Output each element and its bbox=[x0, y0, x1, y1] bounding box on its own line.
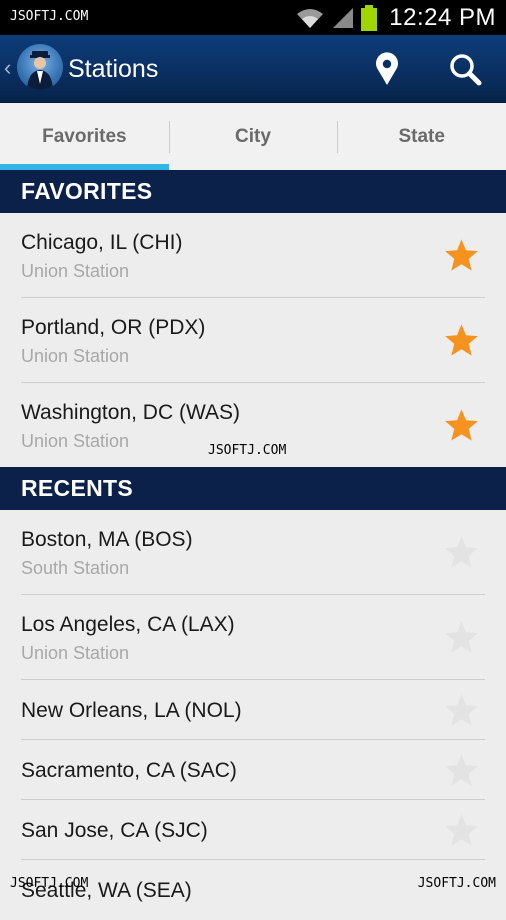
star-outline-icon[interactable] bbox=[443, 534, 480, 571]
station-name: Portland, OR (PDX) bbox=[21, 316, 206, 339]
recents-list: Boston, MA (BOS) South Station Los Angel… bbox=[0, 510, 506, 920]
recent-item[interactable]: Los Angeles, CA (LAX) Union Station bbox=[0, 595, 506, 680]
favorite-item[interactable]: Portland, OR (PDX) Union Station bbox=[0, 298, 506, 383]
location-button[interactable] bbox=[352, 35, 422, 103]
conductor-logo-icon[interactable] bbox=[17, 44, 63, 90]
watermark: JSOFTJ.COM bbox=[10, 876, 89, 891]
station-subtitle: South Station bbox=[21, 558, 130, 578]
action-bar: ‹ Stations bbox=[0, 35, 506, 103]
favorites-section-header: FAVORITES bbox=[0, 170, 506, 213]
watermark: JSOFTJ.COM bbox=[10, 9, 89, 24]
station-subtitle: Union Station bbox=[21, 346, 130, 366]
search-button[interactable] bbox=[430, 35, 500, 103]
status-bar: JSOFTJ.COM 12:24 PM bbox=[0, 0, 506, 35]
signal-icon bbox=[333, 7, 354, 28]
station-name: Washington, DC (WAS) bbox=[21, 401, 240, 424]
star-outline-icon[interactable] bbox=[443, 812, 480, 849]
clock: 12:24 PM bbox=[389, 3, 496, 31]
watermark: JSOFTJ.COM bbox=[417, 876, 496, 891]
page-title: Stations bbox=[68, 55, 159, 83]
status-icons: 12:24 PM bbox=[295, 0, 496, 35]
station-name: San Jose, CA (SJC) bbox=[21, 819, 208, 842]
star-filled-icon[interactable] bbox=[443, 237, 480, 274]
star-outline-icon[interactable] bbox=[443, 692, 480, 729]
station-subtitle: Union Station bbox=[21, 643, 130, 663]
watermark: JSOFTJ.COM bbox=[208, 443, 287, 458]
recent-item[interactable]: Sacramento, CA (SAC) bbox=[0, 740, 506, 800]
battery-icon bbox=[361, 4, 378, 31]
station-name: Sacramento, CA (SAC) bbox=[21, 759, 237, 782]
chevron-left-icon[interactable]: ‹ bbox=[4, 55, 11, 81]
star-outline-icon[interactable] bbox=[443, 752, 480, 789]
search-icon bbox=[450, 54, 482, 86]
tab-state[interactable]: State bbox=[337, 103, 506, 170]
station-name: Los Angeles, CA (LAX) bbox=[21, 613, 235, 636]
recent-item[interactable]: New Orleans, LA (NOL) bbox=[0, 680, 506, 740]
favorite-item[interactable]: Chicago, IL (CHI) Union Station bbox=[0, 213, 506, 298]
location-pin-icon bbox=[376, 52, 398, 85]
star-filled-icon[interactable] bbox=[443, 407, 480, 444]
wifi-icon bbox=[297, 8, 324, 28]
station-subtitle: Union Station bbox=[21, 431, 130, 451]
recent-item[interactable]: San Jose, CA (SJC) bbox=[0, 800, 506, 860]
tab-favorites[interactable]: Favorites bbox=[0, 103, 169, 170]
tab-bar: Favorites City State bbox=[0, 103, 506, 171]
recent-item[interactable]: Boston, MA (BOS) South Station bbox=[0, 510, 506, 595]
favorites-list: Chicago, IL (CHI) Union Station Portland… bbox=[0, 213, 506, 468]
station-name: Boston, MA (BOS) bbox=[21, 528, 193, 551]
recents-section-header: RECENTS bbox=[0, 467, 506, 510]
star-outline-icon[interactable] bbox=[443, 619, 480, 656]
tab-city[interactable]: City bbox=[168, 103, 338, 170]
station-name: New Orleans, LA (NOL) bbox=[21, 699, 242, 722]
station-name: Chicago, IL (CHI) bbox=[21, 231, 183, 254]
star-filled-icon[interactable] bbox=[443, 322, 480, 359]
station-subtitle: Union Station bbox=[21, 261, 130, 281]
